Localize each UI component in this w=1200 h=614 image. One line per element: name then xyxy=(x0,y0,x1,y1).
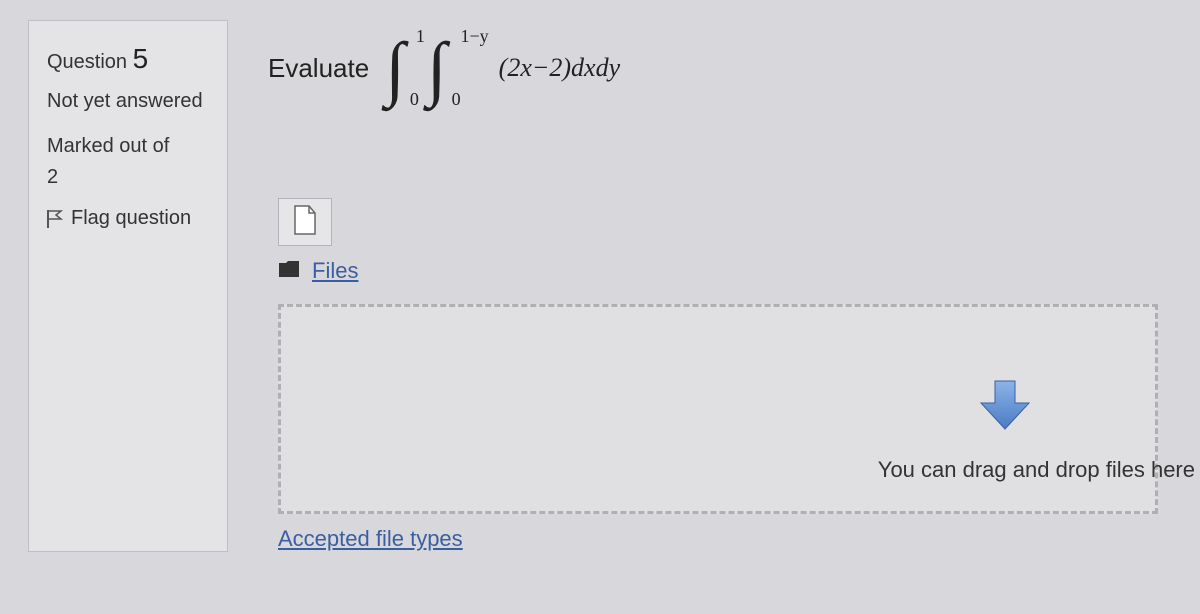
file-upload-area: Files You can drag and drop files h xyxy=(268,198,1200,552)
inner-upper-limit: 1−y xyxy=(461,26,489,47)
integrand: (2x−2)dxdy xyxy=(499,53,620,83)
flag-icon xyxy=(47,210,63,228)
answer-status: Not yet answered xyxy=(47,86,209,117)
prompt-text: Evaluate xyxy=(268,53,369,84)
question-label: Question xyxy=(47,51,127,73)
question-prompt: Evaluate ∫ 1 0 ∫ 1−y 0 (2x−2)dxdy xyxy=(268,28,1200,108)
file-dropzone[interactable]: You can drag and drop files here xyxy=(278,304,1158,514)
math-expression: ∫ 1 0 ∫ 1−y 0 (2x−2)dxdy xyxy=(381,28,620,108)
marked-out-of-value: 2 xyxy=(47,162,209,193)
question-number: 5 xyxy=(133,43,149,74)
outer-integral: ∫ 1 0 xyxy=(385,28,405,108)
folder-icon xyxy=(278,258,300,284)
inner-lower-limit: 0 xyxy=(452,89,461,110)
inner-integral: ∫ 1−y 0 xyxy=(427,28,447,108)
outer-lower-limit: 0 xyxy=(410,89,419,110)
file-icon xyxy=(293,205,317,240)
dropzone-hint: You can drag and drop files here xyxy=(878,457,1195,483)
accepted-file-types-link[interactable]: Accepted file types xyxy=(278,526,1200,552)
flag-question-label: Flag question xyxy=(71,203,191,234)
files-link[interactable]: Files xyxy=(312,258,358,284)
question-content: Evaluate ∫ 1 0 ∫ 1−y 0 (2x−2)dxdy xyxy=(268,20,1200,552)
flag-question-button[interactable]: Flag question xyxy=(47,203,209,234)
marked-out-of-label: Marked out of xyxy=(47,131,209,162)
question-info-panel: Question 5 Not yet answered Marked out o… xyxy=(28,20,228,552)
outer-upper-limit: 1 xyxy=(416,26,425,47)
download-arrow-icon xyxy=(975,377,1035,433)
add-file-button[interactable] xyxy=(278,198,332,246)
